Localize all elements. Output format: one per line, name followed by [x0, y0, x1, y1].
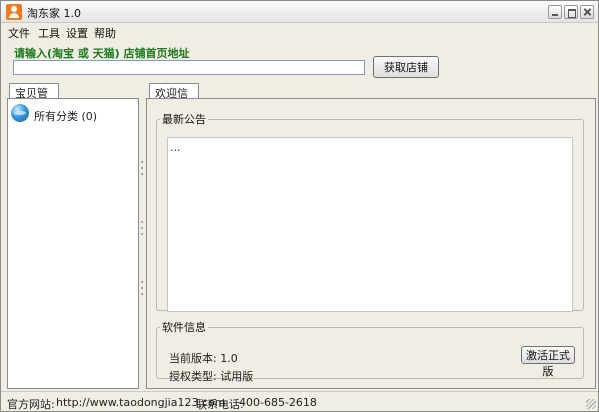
tab-welcome[interactable]: 欢迎信息 — [149, 83, 199, 116]
notice-legend: 最新公告 — [162, 113, 206, 126]
category-tree-panel: 所有分类 (0) — [7, 98, 139, 389]
status-bar: 官方网站: http://www.taodongjia123.com 联系电话:… — [1, 391, 598, 411]
version-value: 1.0 — [220, 352, 238, 365]
menu-tools[interactable]: 工具 — [38, 25, 60, 41]
menu-settings[interactable]: 设置 — [66, 25, 88, 41]
title-bar[interactable]: 淘东家 1.0 — [1, 1, 598, 23]
app-window: 淘东家 1.0 文件 工具 设置 帮助 请输入(淘宝 或 天猫) 店铺首页地址 … — [0, 0, 599, 412]
notice-group: 最新公告 ... — [156, 111, 584, 312]
site-label: 官方网站: — [7, 398, 55, 411]
window-title: 淘东家 1.0 — [27, 7, 81, 20]
url-label: 请输入(淘宝 或 天猫) 店铺首页地址 — [14, 47, 190, 60]
phone-number: 400-685-2618 — [239, 396, 317, 409]
shop-url-input[interactable] — [13, 60, 365, 75]
activate-full-version-button[interactable]: 激活正式版 — [521, 346, 575, 378]
tab-item-management[interactable]: 宝贝管理 — [9, 83, 59, 116]
software-info-group: 软件信息 当前版本: 1.0 授权类型: 试用版 激活正式版 — [156, 319, 584, 383]
welcome-panel: 最新公告 ... 软件信息 当前版本: 1.0 授权类型: 试用版 激活正式版 — [146, 98, 596, 389]
menu-bar: 文件 工具 设置 帮助 — [1, 23, 598, 41]
close-button[interactable] — [580, 5, 594, 19]
fetch-shop-button[interactable]: 获取店铺 — [373, 56, 439, 78]
license-row: 授权类型: 试用版 — [169, 368, 253, 384]
app-logo-icon — [6, 4, 22, 20]
tree-item-label: 所有分类 (0) — [34, 110, 98, 123]
software-info-legend: 软件信息 — [162, 321, 206, 334]
pane-splitter[interactable] — [140, 161, 144, 321]
globe-icon — [11, 104, 29, 122]
menu-file[interactable]: 文件 — [8, 25, 30, 41]
license-label: 授权类型: — [169, 370, 217, 383]
minimize-button[interactable] — [548, 5, 562, 19]
phone-label: 联系电话: — [196, 398, 244, 411]
notice-content[interactable]: ... — [167, 137, 573, 312]
version-label: 当前版本: — [169, 352, 217, 365]
version-row: 当前版本: 1.0 — [169, 350, 238, 366]
resize-grip[interactable] — [586, 399, 596, 409]
maximize-button[interactable] — [564, 5, 578, 19]
license-value: 试用版 — [220, 370, 254, 383]
menu-help[interactable]: 帮助 — [94, 25, 116, 41]
